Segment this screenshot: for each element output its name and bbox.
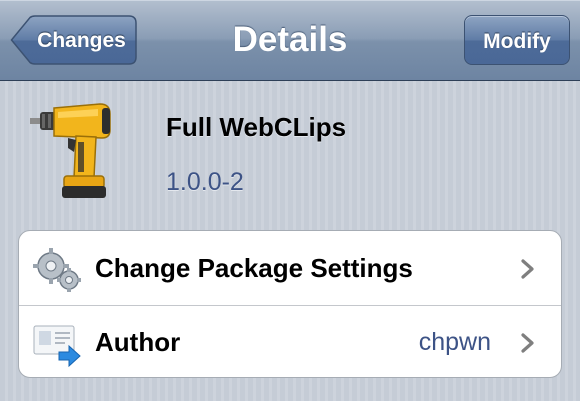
modify-button-label: Modify	[483, 30, 551, 53]
row-change-package-settings[interactable]: Change Package Settings	[19, 231, 561, 306]
modify-button[interactable]: Modify	[464, 15, 570, 65]
row-label-change-package-settings: Change Package Settings	[95, 253, 413, 283]
back-button-changes[interactable]: Changes	[10, 15, 137, 65]
package-options-group: Change Package Settings Author chpwn	[18, 230, 562, 378]
navigation-bar: Changes Details Modify	[0, 0, 580, 81]
back-button-label: Changes	[37, 29, 126, 52]
package-name: Full WebCLips	[166, 112, 347, 142]
gears-icon	[31, 246, 83, 294]
chevron-right-icon	[521, 333, 534, 353]
row-value-author: chpwn	[418, 328, 491, 356]
row-label-author: Author	[95, 327, 181, 357]
contact-card-icon	[31, 320, 83, 368]
row-author[interactable]: Author chpwn	[19, 305, 561, 377]
drill-icon	[28, 100, 114, 204]
chevron-right-icon	[521, 259, 534, 279]
package-version: 1.0.0-2	[166, 168, 244, 196]
page-title: Details	[232, 20, 348, 59]
